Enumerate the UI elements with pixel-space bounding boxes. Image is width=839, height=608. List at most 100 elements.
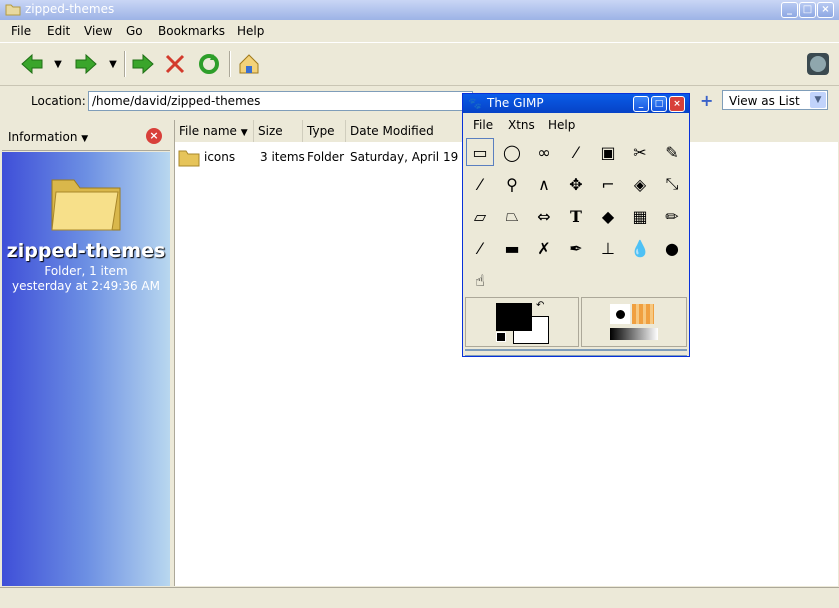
toolbar: ▼ ▼ xyxy=(0,42,839,86)
column-header-size[interactable]: Size xyxy=(254,120,303,142)
file-date: Saturday, April 19 20 xyxy=(350,150,478,164)
image-drop-area xyxy=(465,349,687,356)
location-input[interactable]: /home/david/zipped-themes xyxy=(88,91,473,111)
forward-history-dropdown[interactable]: ▼ xyxy=(105,51,121,77)
chevron-down-icon: ▼ xyxy=(81,134,89,144)
file-size: 3 items xyxy=(260,150,305,164)
back-history-dropdown[interactable]: ▼ xyxy=(50,51,66,77)
color-area[interactable]: ↶ xyxy=(465,297,579,347)
up-button[interactable] xyxy=(129,51,157,77)
folder-modified: yesterday at 2:49:36 AM xyxy=(12,279,160,293)
file-type: Folder xyxy=(307,150,345,164)
view-as-value: View as List xyxy=(729,94,800,108)
gimp-minimize-button[interactable]: _ xyxy=(633,96,649,112)
smudge-tool-icon[interactable]: ☝ xyxy=(466,266,494,294)
gimp-title: The GIMP xyxy=(487,96,544,110)
foreground-color-swatch[interactable] xyxy=(496,303,532,331)
sidepane-title: Information xyxy=(8,130,78,144)
window-title: zipped-themes xyxy=(25,2,115,16)
pattern-preview[interactable] xyxy=(632,304,654,324)
flip-tool-icon[interactable]: ⇔ xyxy=(530,202,558,230)
ink-tool-icon[interactable]: ✒ xyxy=(562,234,590,262)
default-colors-icon[interactable] xyxy=(496,332,506,342)
throbber-icon xyxy=(807,53,829,75)
bucket-fill-tool-icon[interactable]: ◆ xyxy=(594,202,622,230)
toolbar-separator xyxy=(124,51,126,77)
pencil-tool-icon[interactable]: ✏ xyxy=(658,202,686,230)
forward-button[interactable] xyxy=(72,51,100,77)
close-button[interactable]: × xyxy=(817,2,834,18)
scissors-tool-icon[interactable]: ✂ xyxy=(626,138,654,166)
shear-tool-icon[interactable]: ▱ xyxy=(466,202,494,230)
menu-go[interactable]: Go xyxy=(126,24,143,38)
free-select-tool-icon[interactable]: ∞ xyxy=(530,138,558,166)
gimp-menu-file[interactable]: File xyxy=(473,118,493,132)
stop-x-icon xyxy=(165,54,185,74)
color-picker-tool-icon[interactable]: ⁄ xyxy=(466,170,494,198)
perspective-tool-icon[interactable]: ⏢ xyxy=(498,202,526,230)
blend-tool-icon[interactable]: ▦ xyxy=(626,202,654,230)
airbrush-tool-icon[interactable]: ✗ xyxy=(530,234,558,262)
zoom-in-icon[interactable]: + xyxy=(700,91,713,110)
folder-info: Folder, 1 item xyxy=(44,264,128,278)
scale-tool-icon[interactable]: ⤡ xyxy=(658,170,686,198)
menu-help[interactable]: Help xyxy=(237,24,264,38)
sidepane-selector[interactable]: Information ▼ xyxy=(8,130,88,144)
forward-arrow-icon xyxy=(75,53,97,75)
crop-tool-icon[interactable]: ⌐ xyxy=(594,170,622,198)
maximize-button[interactable]: □ xyxy=(799,2,816,18)
sort-descending-icon: ▼ xyxy=(240,128,248,138)
paths-tool-icon[interactable]: ✎ xyxy=(658,138,686,166)
fuzzy-select-tool-icon[interactable]: ⁄ xyxy=(562,138,590,166)
menu-view[interactable]: View xyxy=(84,24,112,38)
gimp-wilber-icon: 🐾 xyxy=(468,97,482,110)
window-titlebar[interactable]: zipped-themes _ □ × xyxy=(0,0,839,20)
menu-file[interactable]: File xyxy=(11,24,31,38)
rotate-tool-icon[interactable]: ◈ xyxy=(626,170,654,198)
convolve-tool-icon[interactable]: 💧 xyxy=(626,234,654,262)
move-tool-icon[interactable]: ✥ xyxy=(562,170,590,198)
eraser-tool-icon[interactable]: ▬ xyxy=(498,234,526,262)
minimize-button[interactable]: _ xyxy=(781,2,798,18)
color-select-tool-icon[interactable]: ▣ xyxy=(594,138,622,166)
ellipse-select-tool-icon[interactable]: ◯ xyxy=(498,138,526,166)
close-sidepane-button[interactable]: × xyxy=(146,128,162,144)
paintbrush-tool-icon[interactable]: ⁄ xyxy=(466,234,494,262)
gimp-close-button[interactable]: × xyxy=(669,96,685,112)
rect-select-tool-icon[interactable]: ▭ xyxy=(466,138,494,166)
gimp-toolbox-window[interactable]: 🐾 The GIMP _ □ × File Xtns Help ▭ ◯ ∞ ⁄ … xyxy=(462,93,690,357)
dodge-burn-tool-icon[interactable]: ● xyxy=(658,234,686,262)
location-bar: Location: /home/david/zipped-themes + Vi… xyxy=(0,86,839,118)
chevron-down-icon: ▼ xyxy=(810,92,826,108)
home-button[interactable] xyxy=(235,51,263,77)
location-label: Location: xyxy=(31,94,86,108)
clone-tool-icon[interactable]: ⊥ xyxy=(594,234,622,262)
brush-pattern-gradient-area[interactable] xyxy=(581,297,687,347)
gimp-menu-help[interactable]: Help xyxy=(548,118,575,132)
statusbar xyxy=(0,587,839,608)
magnify-tool-icon[interactable]: ⚲ xyxy=(498,170,526,198)
gimp-titlebar[interactable]: 🐾 The GIMP _ □ × xyxy=(463,94,689,113)
gimp-menu-xtns[interactable]: Xtns xyxy=(508,118,535,132)
file-name: icons xyxy=(204,150,236,164)
brush-preview[interactable] xyxy=(610,304,630,324)
folder-icon xyxy=(48,166,126,235)
gradient-preview[interactable] xyxy=(610,328,658,340)
measure-tool-icon[interactable]: ∧ xyxy=(530,170,558,198)
text-tool-icon[interactable]: T xyxy=(562,202,590,230)
reload-button[interactable] xyxy=(195,51,223,77)
toolbar-separator xyxy=(229,51,231,77)
folder-name: zipped-themes xyxy=(6,240,166,262)
stop-button[interactable] xyxy=(161,51,189,77)
menu-bookmarks[interactable]: Bookmarks xyxy=(158,24,225,38)
back-button[interactable] xyxy=(18,51,46,77)
information-sidepane: zipped-themes Folder, 1 item yesterday a… xyxy=(2,152,170,586)
menu-edit[interactable]: Edit xyxy=(47,24,70,38)
activity-throbber xyxy=(804,51,832,77)
go-arrow-icon xyxy=(132,53,154,75)
column-header-name[interactable]: File name ▼ xyxy=(175,120,254,142)
view-as-select[interactable]: View as List ▼ xyxy=(722,90,828,110)
gimp-maximize-button[interactable]: □ xyxy=(651,96,667,112)
column-header-type[interactable]: Type xyxy=(303,120,346,142)
swap-colors-icon[interactable]: ↶ xyxy=(536,300,544,311)
